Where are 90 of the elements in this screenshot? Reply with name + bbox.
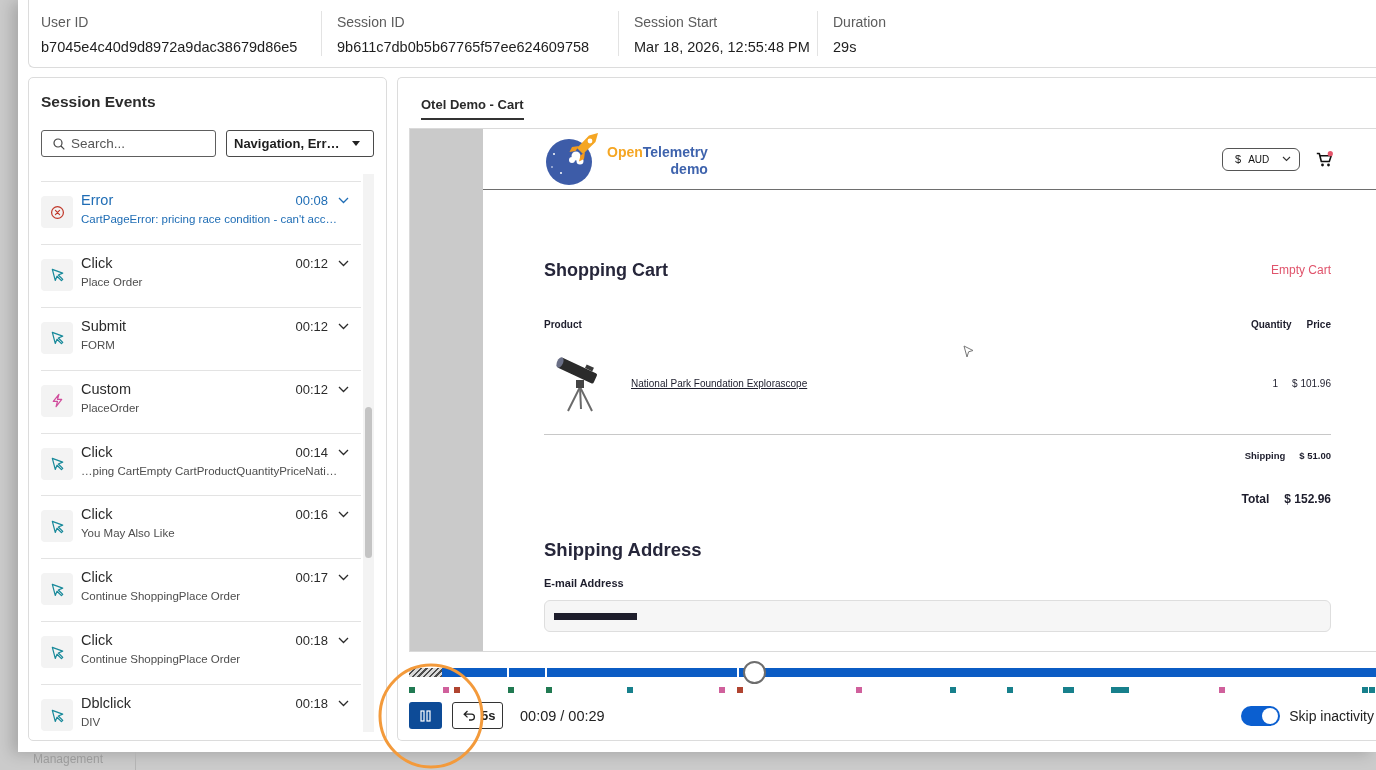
column-header: Quantity — [1250, 318, 1292, 332]
event-item[interactable]: Click 00:16 You May Also Like — [41, 495, 361, 559]
logo-wordmark: OpenTelemetry — [607, 143, 708, 161]
event-detail: …ping CartEmpty CartProductQuantityPriceNati… — [81, 463, 338, 479]
chevron-down-icon[interactable] — [338, 700, 349, 707]
event-time: 00:18 — [295, 695, 328, 712]
timeline-thumb[interactable] — [742, 661, 766, 684]
summary-value: $ 152.96 — [1284, 491, 1331, 507]
globe-rocket-icon — [544, 132, 600, 186]
field-value: 29s — [833, 39, 857, 56]
event-detail: Continue ShoppingPlace Order — [81, 652, 241, 668]
chevron-down-icon[interactable] — [338, 385, 349, 393]
event-time: 00:12 — [295, 317, 328, 335]
event-title: Custom — [81, 380, 131, 398]
event-item[interactable]: Submit 00:12 FORM — [41, 306, 361, 370]
toggle-label: Skip inactivity — [1289, 707, 1374, 724]
event-item[interactable]: Click 00:14 …ping CartEmpty CartProductQuantityPriceNati… — [41, 432, 361, 496]
column-header: Product — [544, 318, 582, 332]
field-label: Session ID — [337, 14, 405, 31]
event-time: 00:12 — [295, 380, 328, 398]
event-item[interactable]: Error 00:08 CartPageError: pricing race condition - can't acc… — [41, 181, 361, 244]
product-link[interactable]: National Park Foundation Explorascope — [631, 377, 808, 389]
lightning-icon — [41, 384, 73, 417]
chevron-down-icon — [1282, 156, 1291, 162]
summary-value: $ 51.00 — [1299, 449, 1331, 463]
chevron-down-icon[interactable] — [338, 448, 349, 456]
return-arrow-icon — [463, 710, 476, 721]
panel-title: Session Events — [41, 93, 156, 111]
summary-label: Shipping — [1244, 449, 1286, 463]
currency-select[interactable]: $ AUD — [1222, 147, 1300, 171]
chevron-down-icon[interactable] — [338, 511, 349, 519]
event-detail: Place Order — [81, 274, 143, 290]
search-icon — [53, 138, 65, 150]
event-time: 00:16 — [295, 506, 328, 524]
event-title: Click — [81, 443, 113, 461]
event-title: Click — [81, 632, 113, 650]
event-time: 00:14 — [295, 443, 328, 461]
field-label: Duration — [833, 14, 886, 31]
field-label: Session Start — [634, 14, 718, 31]
event-detail: PlaceOrder — [81, 400, 140, 416]
quantity-value: 1 — [1272, 377, 1279, 389]
caret-down-icon — [352, 141, 360, 146]
empty-cart-link[interactable]: Empty Cart — [1271, 263, 1331, 277]
event-title: Click — [81, 254, 113, 272]
event-item[interactable]: Click 00:18 Continue ShoppingPlace Order — [41, 621, 361, 684]
tab[interactable]: Otel Demo - Cart — [421, 97, 524, 120]
filter-dropdown[interactable]: Navigation, Err… — [226, 130, 374, 157]
chevron-down-icon[interactable] — [338, 259, 349, 267]
event-time: 00:08 — [295, 192, 328, 209]
field-value: b7045e4c40d9d8972a9dac38679d86e5 — [41, 39, 298, 56]
chevron-down-icon[interactable] — [338, 322, 349, 330]
event-detail: DIV — [81, 715, 101, 730]
email-field[interactable] — [544, 600, 1331, 632]
event-item[interactable]: Click 00:12 Place Order — [41, 243, 361, 307]
pause-button[interactable] — [409, 702, 442, 729]
event-detail: You May Also Like — [81, 526, 175, 542]
event-title: Click — [81, 506, 113, 524]
search-field[interactable]: Search... — [41, 130, 216, 157]
cart-icon[interactable] — [1316, 150, 1333, 168]
mouse-pointer-icon — [963, 345, 974, 358]
summary-label: Total — [1241, 491, 1270, 507]
playback-time: 00:09 / 00:29 — [520, 707, 605, 724]
event-detail: Continue ShoppingPlace Order — [81, 589, 241, 605]
price-value: $ 101.96 — [1292, 377, 1331, 389]
event-detail: FORM — [81, 337, 115, 353]
field-label: E-mail Address — [544, 576, 624, 590]
event-time: 00:17 — [295, 569, 328, 587]
event-title: Submit — [81, 317, 127, 335]
event-item[interactable]: Dblclick 00:18 DIV — [41, 684, 361, 731]
pause-icon — [420, 709, 431, 722]
page-heading: Shopping Cart — [544, 259, 668, 282]
event-title: Dblclick — [81, 695, 131, 712]
event-title: Error — [81, 192, 114, 209]
logo-tagline: demo — [670, 160, 708, 178]
event-item[interactable]: Click 00:17 Continue ShoppingPlace Order — [41, 558, 361, 622]
event-item[interactable]: Custom 00:12 PlaceOrder — [41, 369, 361, 433]
event-detail: CartPageError: pricing race condition - can't acc… — [81, 212, 337, 227]
skip-inactivity-toggle[interactable] — [1241, 705, 1281, 726]
field-value: 9b611c7db0b5b67765f57ee624609758 — [337, 39, 590, 56]
section-heading: Shipping Address — [544, 538, 702, 562]
scrollbar-thumb[interactable] — [365, 407, 372, 558]
column-header: Price — [1306, 318, 1331, 332]
field-value: Mar 18, 2026, 12:55:48 PM — [634, 39, 810, 56]
event-time: 00:18 — [295, 632, 328, 650]
event-title: Click — [81, 569, 113, 587]
event-time: 00:12 — [295, 254, 328, 272]
chevron-down-icon[interactable] — [338, 574, 349, 582]
field-label: User ID — [41, 14, 89, 31]
chevron-down-icon[interactable] — [338, 637, 349, 645]
scrollbar[interactable] — [363, 174, 374, 732]
